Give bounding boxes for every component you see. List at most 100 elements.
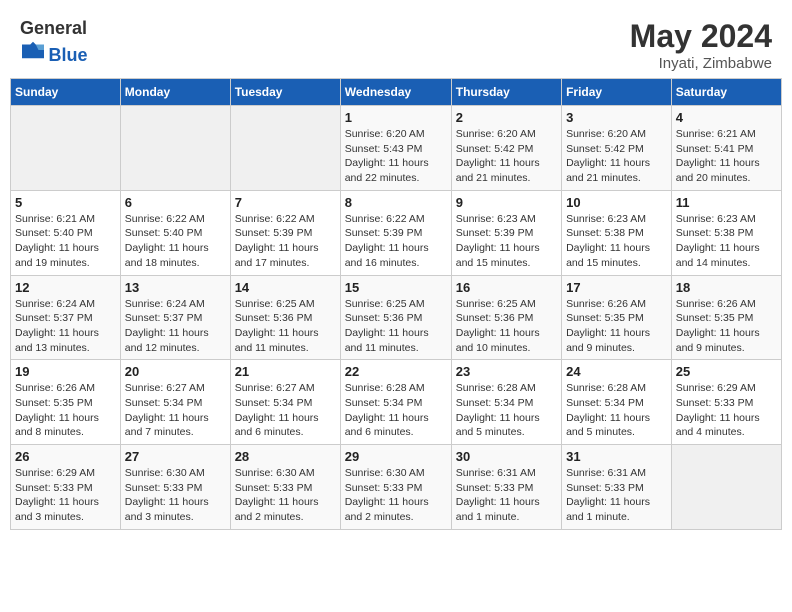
calendar-cell: 1Sunrise: 6:20 AM Sunset: 5:43 PM Daylig… — [340, 106, 451, 191]
day-number: 8 — [345, 195, 447, 210]
day-number: 21 — [235, 364, 336, 379]
month-year: May 2024 — [630, 18, 772, 55]
day-info: Sunrise: 6:23 AM Sunset: 5:38 PM Dayligh… — [566, 212, 667, 271]
logo-blue: Blue — [48, 45, 87, 65]
header-day: Saturday — [671, 79, 781, 106]
title-area: May 2024 Inyati, Zimbabwe — [630, 18, 772, 72]
day-number: 20 — [125, 364, 226, 379]
day-info: Sunrise: 6:30 AM Sunset: 5:33 PM Dayligh… — [235, 466, 336, 525]
day-info: Sunrise: 6:29 AM Sunset: 5:33 PM Dayligh… — [676, 381, 777, 440]
day-info: Sunrise: 6:25 AM Sunset: 5:36 PM Dayligh… — [345, 297, 447, 356]
day-number: 26 — [15, 449, 116, 464]
day-info: Sunrise: 6:26 AM Sunset: 5:35 PM Dayligh… — [566, 297, 667, 356]
calendar-cell: 15 Sunrise: 6:25 AM Sunset: 5:36 PM Dayli… — [340, 275, 451, 360]
day-number: 2 — [456, 110, 557, 125]
day-number: 3 — [566, 110, 667, 125]
calendar-cell: 2 Sunrise: 6:20 AM Sunset: 5:42 PM Daylig… — [451, 106, 561, 191]
calendar-cell: 8 Sunrise: 6:22 AM Sunset: 5:39 PM Daylig… — [340, 190, 451, 275]
day-info: Sunrise: 6:31 AM Sunset: 5:33 PM Dayligh… — [456, 466, 557, 525]
calendar-week-row: 5 Sunrise: 6:21 AM Sunset: 5:40 PM Daylig… — [11, 190, 782, 275]
day-info: Sunrise: 6:30 AM Sunset: 5:33 PM Dayligh… — [345, 466, 447, 525]
header-day: Thursday — [451, 79, 561, 106]
calendar-cell: 10Sunrise: 6:23 AM Sunset: 5:38 PM Dayli… — [562, 190, 672, 275]
day-info: Sunrise: 6:20 AM Sunset: 5:42 PM Dayligh… — [456, 127, 557, 186]
calendar-cell: 22Sunrise: 6:28 AM Sunset: 5:34 PM Dayli… — [340, 360, 451, 445]
day-number: 23 — [456, 364, 557, 379]
day-number: 19 — [15, 364, 116, 379]
day-info: Sunrise: 6:25 AM Sunset: 5:36 PM Dayligh… — [235, 297, 336, 356]
day-number: 29 — [345, 449, 447, 464]
calendar-cell: 30 Sunrise: 6:31 AM Sunset: 5:33 PM Dayli… — [451, 445, 561, 530]
day-number: 30 — [456, 449, 557, 464]
day-info: Sunrise: 6:30 AM Sunset: 5:33 PM Dayligh… — [125, 466, 226, 525]
day-number: 14 — [235, 280, 336, 295]
calendar-cell: 16 Sunrise: 6:25 AM Sunset: 5:36 PM Dayli… — [451, 275, 561, 360]
logo-text: General Blue — [20, 18, 87, 66]
header-day: Tuesday — [230, 79, 340, 106]
day-info: Sunrise: 6:27 AM Sunset: 5:34 PM Dayligh… — [125, 381, 226, 440]
day-info: Sunrise: 6:23 AM Sunset: 5:39 PM Dayligh… — [456, 212, 557, 271]
logo: General Blue — [20, 18, 87, 66]
day-info: Sunrise: 6:22 AM Sunset: 5:40 PM Dayligh… — [125, 212, 226, 271]
day-number: 5 — [15, 195, 116, 210]
calendar-cell — [11, 106, 121, 191]
calendar-cell: 5 Sunrise: 6:21 AM Sunset: 5:40 PM Daylig… — [11, 190, 121, 275]
day-number: 24 — [566, 364, 667, 379]
calendar-cell: 3Sunrise: 6:20 AM Sunset: 5:42 PM Daylig… — [562, 106, 672, 191]
calendar-cell: 24 Sunrise: 6:28 AM Sunset: 5:34 PM Dayli… — [562, 360, 672, 445]
header-day: Sunday — [11, 79, 121, 106]
logo-general: General — [20, 18, 87, 38]
day-info: Sunrise: 6:25 AM Sunset: 5:36 PM Dayligh… — [456, 297, 557, 356]
calendar-cell: 25 Sunrise: 6:29 AM Sunset: 5:33 PM Dayli… — [671, 360, 781, 445]
calendar-cell — [671, 445, 781, 530]
calendar-cell: 29 Sunrise: 6:30 AM Sunset: 5:33 PM Dayli… — [340, 445, 451, 530]
day-info: Sunrise: 6:28 AM Sunset: 5:34 PM Dayligh… — [566, 381, 667, 440]
day-number: 17 — [566, 280, 667, 295]
day-info: Sunrise: 6:31 AM Sunset: 5:33 PM Dayligh… — [566, 466, 667, 525]
day-number: 31 — [566, 449, 667, 464]
day-info: Sunrise: 6:22 AM Sunset: 5:39 PM Dayligh… — [345, 212, 447, 271]
calendar-cell: 4 Sunrise: 6:21 AM Sunset: 5:41 PM Daylig… — [671, 106, 781, 191]
day-info: Sunrise: 6:29 AM Sunset: 5:33 PM Dayligh… — [15, 466, 116, 525]
calendar-week-row: 12Sunrise: 6:24 AM Sunset: 5:37 PM Dayli… — [11, 275, 782, 360]
calendar-cell: 23 Sunrise: 6:28 AM Sunset: 5:34 PM Dayli… — [451, 360, 561, 445]
day-number: 9 — [456, 195, 557, 210]
calendar-cell: 6 Sunrise: 6:22 AM Sunset: 5:40 PM Daylig… — [120, 190, 230, 275]
calendar-cell: 18Sunrise: 6:26 AM Sunset: 5:35 PM Dayli… — [671, 275, 781, 360]
day-info: Sunrise: 6:28 AM Sunset: 5:34 PM Dayligh… — [456, 381, 557, 440]
calendar-week-row: 1Sunrise: 6:20 AM Sunset: 5:43 PM Daylig… — [11, 106, 782, 191]
day-info: Sunrise: 6:23 AM Sunset: 5:38 PM Dayligh… — [676, 212, 777, 271]
day-info: Sunrise: 6:22 AM Sunset: 5:39 PM Dayligh… — [235, 212, 336, 271]
calendar-cell: 20 Sunrise: 6:27 AM Sunset: 5:34 PM Dayli… — [120, 360, 230, 445]
day-number: 4 — [676, 110, 777, 125]
day-number: 6 — [125, 195, 226, 210]
day-number: 25 — [676, 364, 777, 379]
day-number: 15 — [345, 280, 447, 295]
day-info: Sunrise: 6:26 AM Sunset: 5:35 PM Dayligh… — [676, 297, 777, 356]
calendar-week-row: 26 Sunrise: 6:29 AM Sunset: 5:33 PM Dayli… — [11, 445, 782, 530]
logo-icon — [22, 39, 44, 61]
day-info: Sunrise: 6:26 AM Sunset: 5:35 PM Dayligh… — [15, 381, 116, 440]
day-info: Sunrise: 6:24 AM Sunset: 5:37 PM Dayligh… — [15, 297, 116, 356]
day-number: 1 — [345, 110, 447, 125]
day-info: Sunrise: 6:21 AM Sunset: 5:40 PM Dayligh… — [15, 212, 116, 271]
day-number: 27 — [125, 449, 226, 464]
header-row: SundayMondayTuesdayWednesdayThursdayFrid… — [11, 79, 782, 106]
day-info: Sunrise: 6:21 AM Sunset: 5:41 PM Dayligh… — [676, 127, 777, 186]
day-number: 28 — [235, 449, 336, 464]
day-info: Sunrise: 6:27 AM Sunset: 5:34 PM Dayligh… — [235, 381, 336, 440]
calendar-cell: 17 Sunrise: 6:26 AM Sunset: 5:35 PM Dayli… — [562, 275, 672, 360]
calendar-cell: 9 Sunrise: 6:23 AM Sunset: 5:39 PM Daylig… — [451, 190, 561, 275]
calendar-cell: 19 Sunrise: 6:26 AM Sunset: 5:35 PM Dayli… — [11, 360, 121, 445]
location: Inyati, Zimbabwe — [630, 55, 772, 72]
day-number: 16 — [456, 280, 557, 295]
calendar-cell: 7Sunrise: 6:22 AM Sunset: 5:39 PM Daylig… — [230, 190, 340, 275]
day-number: 11 — [676, 195, 777, 210]
day-info: Sunrise: 6:24 AM Sunset: 5:37 PM Dayligh… — [125, 297, 226, 356]
calendar-cell: 31 Sunrise: 6:31 AM Sunset: 5:33 PM Dayli… — [562, 445, 672, 530]
header: General Blue May 2024 Inyati, Zimbabwe — [10, 10, 782, 78]
calendar-cell: 11 Sunrise: 6:23 AM Sunset: 5:38 PM Dayli… — [671, 190, 781, 275]
day-number: 22 — [345, 364, 447, 379]
header-day: Monday — [120, 79, 230, 106]
header-day: Friday — [562, 79, 672, 106]
